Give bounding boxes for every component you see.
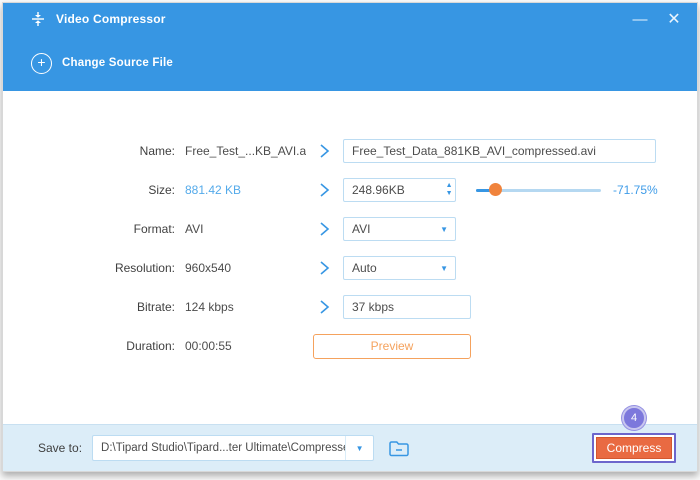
header-band: + Change Source File (3, 35, 697, 91)
slider-thumb[interactable] (489, 183, 502, 196)
spinner-up-icon[interactable]: ▲ (446, 182, 453, 190)
duration-label: Duration: (3, 339, 175, 353)
resolution-select-value: Auto (344, 261, 440, 275)
size-row: Size: 881.42 KB ▲ ▼ -71.75% (3, 177, 697, 203)
duration-row: Duration: 00:00:55 Preview (3, 333, 697, 359)
size-spinner: ▲ ▼ (343, 178, 456, 202)
arrow-right-icon (306, 143, 343, 159)
size-source-value: 881.42 KB (185, 183, 306, 197)
preview-button[interactable]: Preview (313, 334, 471, 359)
bitrate-input[interactable] (343, 295, 471, 319)
size-label: Size: (3, 183, 175, 197)
bitrate-source-value: 124 kbps (185, 300, 306, 314)
resolution-select[interactable]: Auto ▼ (343, 256, 456, 280)
output-name-input[interactable] (343, 139, 656, 163)
save-path-value: D:\Tipard Studio\Tipard...ter Ultimate\C… (93, 442, 345, 454)
save-to-label: Save to: (38, 441, 82, 455)
duration-value: 00:00:55 (185, 339, 306, 353)
size-input[interactable] (344, 179, 443, 201)
compress-app-icon (29, 10, 47, 28)
window-title: Video Compressor (56, 12, 166, 26)
dropdown-arrow-icon: ▼ (440, 225, 448, 234)
format-select-value: AVI (344, 222, 440, 236)
format-source-value: AVI (185, 222, 306, 236)
resolution-source-value: 960x540 (185, 261, 306, 275)
compression-percent: -71.75% (613, 183, 658, 197)
plus-circle-icon: + (31, 53, 52, 74)
arrow-right-icon (306, 260, 343, 276)
format-row: Format: AVI AVI ▼ (3, 216, 697, 242)
compress-area: 4 Compress (592, 433, 676, 463)
format-label: Format: (3, 222, 175, 236)
step-4-badge: 4 (622, 406, 646, 430)
resolution-row: Resolution: 960x540 Auto ▼ (3, 255, 697, 281)
combo-dropdown-arrow-icon[interactable]: ▼ (345, 436, 373, 460)
name-source-value: Free_Test_...KB_AVI.avi (185, 144, 306, 158)
arrow-right-icon (306, 221, 343, 237)
dropdown-arrow-icon: ▼ (440, 264, 448, 273)
window-controls: — ✕ (623, 3, 697, 35)
format-select[interactable]: AVI ▼ (343, 217, 456, 241)
open-folder-button[interactable] (385, 435, 413, 461)
settings-panel: Name: Free_Test_...KB_AVI.avi Size: 881.… (3, 91, 697, 424)
video-compressor-window: Video Compressor — ✕ + Change Source Fil… (2, 2, 698, 472)
screen: Video Compressor — ✕ + Change Source Fil… (0, 0, 700, 480)
compress-button[interactable]: Compress (596, 437, 672, 459)
name-label: Name: (3, 144, 175, 158)
size-slider[interactable] (476, 183, 601, 197)
name-row: Name: Free_Test_...KB_AVI.avi (3, 138, 697, 164)
change-source-file-button[interactable]: + Change Source File (31, 53, 173, 74)
close-button[interactable]: ✕ (657, 3, 691, 35)
titlebar: Video Compressor — ✕ (3, 3, 697, 35)
spinner-down-icon[interactable]: ▼ (446, 190, 453, 198)
size-spinner-buttons: ▲ ▼ (443, 179, 455, 201)
folder-icon (388, 439, 410, 457)
bitrate-row: Bitrate: 124 kbps (3, 294, 697, 320)
change-source-label: Change Source File (62, 57, 173, 69)
arrow-right-icon (306, 182, 343, 198)
arrow-right-icon (306, 299, 343, 315)
minimize-button[interactable]: — (623, 3, 657, 35)
save-bar: Save to: D:\Tipard Studio\Tipard...ter U… (3, 424, 697, 471)
save-path-combobox[interactable]: D:\Tipard Studio\Tipard...ter Ultimate\C… (92, 435, 374, 461)
bitrate-label: Bitrate: (3, 300, 175, 314)
compress-annotation-outline: Compress (592, 433, 676, 463)
resolution-label: Resolution: (3, 261, 175, 275)
